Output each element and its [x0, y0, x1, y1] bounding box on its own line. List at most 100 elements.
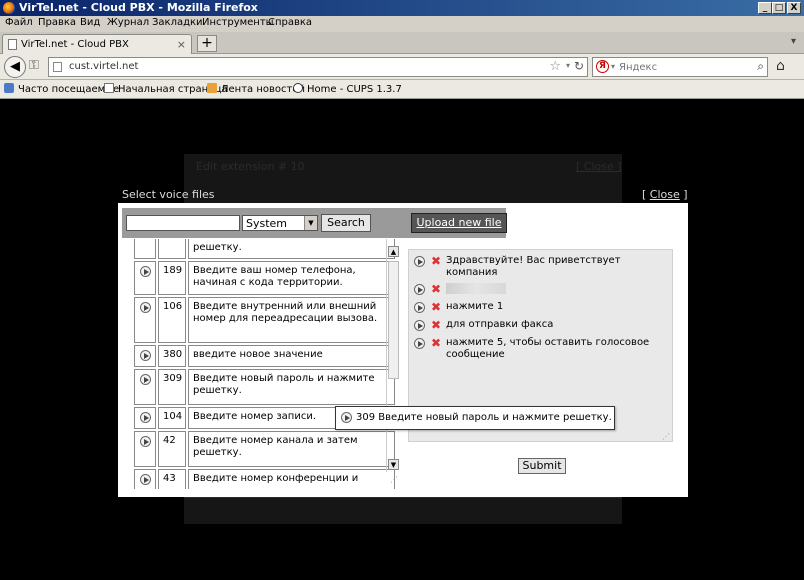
- menu-help[interactable]: Справка: [268, 17, 312, 28]
- bookmark-most-visited[interactable]: Часто посещаемые: [4, 83, 119, 95]
- delete-icon[interactable]: ✖: [431, 301, 443, 313]
- minimize-button[interactable]: _: [758, 2, 772, 14]
- dialog-close-anchor[interactable]: Close: [650, 188, 680, 201]
- maximize-button[interactable]: □: [772, 2, 786, 14]
- scrollbar-thumb[interactable]: [388, 261, 399, 379]
- menu-view[interactable]: Вид: [80, 17, 100, 28]
- home-icon[interactable]: ⌂: [776, 58, 785, 74]
- menu-history[interactable]: Журнал: [107, 17, 149, 28]
- play-cell: [134, 407, 156, 429]
- bookmark-news-feed[interactable]: Лента новостей: [207, 83, 305, 95]
- background-footer: [184, 497, 622, 524]
- reload-icon[interactable]: ↻: [574, 59, 584, 73]
- dialog-title: Select voice files: [122, 188, 215, 201]
- tab-close-icon[interactable]: ×: [177, 38, 186, 51]
- file-text[interactable]: введите новое значение: [188, 345, 395, 367]
- file-text[interactable]: Введите ваш номер телефона, начиная с ко…: [188, 261, 395, 295]
- bookmark-star-icon[interactable]: ☆: [549, 59, 561, 74]
- play-cell: [134, 297, 156, 343]
- selected-item: ✖ Здравствуйте! Вас приветствует компани…: [414, 255, 664, 281]
- file-text[interactable]: Введите внутренний или внешний номер для…: [188, 297, 395, 343]
- engine-dropdown-icon[interactable]: ▾: [611, 62, 615, 71]
- resize-grip-icon[interactable]: ⋰: [390, 475, 398, 484]
- search-icon[interactable]: ⌕: [757, 59, 764, 74]
- play-cell: [134, 469, 156, 489]
- window-title: VirTel.net - Cloud PBX - Mozilla Firefox: [19, 1, 258, 14]
- category-select[interactable]: System ▼: [242, 215, 318, 231]
- web-search-input[interactable]: [619, 59, 745, 75]
- scroll-down-icon[interactable]: ▼: [388, 459, 399, 470]
- play-cell: [134, 261, 156, 295]
- file-list: решетку. 189 Введите ваш номер телефона,…: [118, 239, 408, 489]
- delete-icon[interactable]: ✖: [431, 319, 443, 331]
- file-number: [158, 239, 186, 259]
- play-icon[interactable]: [140, 302, 151, 313]
- url-text: cust.virtel.net: [69, 61, 139, 72]
- list-item: 42 Введите номер канала и затем решетку.: [130, 431, 398, 467]
- resize-grip-icon[interactable]: ⋰: [662, 432, 670, 441]
- file-list-scrollbar[interactable]: ▲ ▼: [386, 239, 400, 472]
- file-number: 104: [158, 407, 186, 429]
- play-cell: [134, 239, 156, 259]
- close-window-button[interactable]: X: [787, 2, 801, 14]
- chevron-down-icon[interactable]: ▼: [304, 216, 317, 230]
- play-icon[interactable]: [140, 350, 151, 361]
- file-text[interactable]: Введите номер конференции и: [188, 469, 395, 489]
- play-icon[interactable]: [414, 338, 425, 349]
- menu-bookmarks[interactable]: Закладки: [152, 17, 203, 28]
- back-arrow-icon: ◀: [10, 59, 20, 74]
- menu-tools[interactable]: Инструменты: [202, 17, 274, 28]
- play-icon[interactable]: [414, 320, 425, 331]
- play-icon[interactable]: [341, 412, 352, 423]
- tab-list-icon[interactable]: ▾: [791, 36, 796, 47]
- page-icon: [8, 39, 17, 50]
- file-search-input[interactable]: [126, 215, 240, 231]
- play-icon[interactable]: [140, 474, 151, 485]
- new-tab-button[interactable]: +: [197, 35, 217, 52]
- delete-icon[interactable]: ✖: [431, 283, 443, 295]
- scroll-up-icon[interactable]: ▲: [388, 246, 399, 257]
- search-button[interactable]: Search: [321, 214, 371, 232]
- menu-file[interactable]: Файл: [5, 17, 33, 28]
- play-icon[interactable]: [140, 436, 151, 447]
- selected-item: ✖ нажмите 5, чтобы оставить голосовое со…: [414, 337, 664, 363]
- url-bar[interactable]: cust.virtel.net ☆ ▾ ↻: [48, 57, 588, 77]
- dialog-close-link[interactable]: [ Close ]: [642, 188, 688, 201]
- submit-button[interactable]: Submit: [518, 458, 566, 474]
- tab-virtel[interactable]: VirTel.net - Cloud PBX ×: [2, 34, 192, 55]
- delete-icon[interactable]: ✖: [431, 255, 443, 267]
- blurred-text: [446, 283, 506, 294]
- url-history-dropdown-icon[interactable]: ▾: [566, 61, 570, 70]
- cups-icon: [293, 83, 303, 93]
- file-text[interactable]: решетку.: [188, 239, 395, 259]
- list-item: 380 введите новое значение: [130, 345, 398, 367]
- play-icon[interactable]: [414, 302, 425, 313]
- selected-item-text: нажмите 1: [446, 301, 504, 312]
- play-icon[interactable]: [414, 256, 425, 267]
- firefox-logo-icon: [3, 2, 15, 14]
- list-item: 106 Введите внутренний или внешний номер…: [130, 297, 398, 343]
- play-icon[interactable]: [140, 374, 151, 385]
- key-icon[interactable]: ⚿: [29, 58, 39, 73]
- file-text[interactable]: Введите новый пароль и нажмите решетку.: [188, 369, 395, 405]
- page-icon: [104, 83, 114, 93]
- file-tooltip: 309 Введите новый пароль и нажмите решет…: [335, 406, 615, 430]
- play-icon[interactable]: [140, 266, 151, 277]
- play-icon[interactable]: [414, 284, 425, 295]
- selected-item: ✖ для отправки факса: [414, 319, 664, 333]
- selected-item-text: нажмите 5, чтобы оставить голосовое сооб…: [446, 337, 650, 360]
- delete-icon[interactable]: ✖: [431, 337, 443, 349]
- bookmark-cups[interactable]: Home - CUPS 1.3.7: [293, 83, 402, 95]
- play-cell: [134, 345, 156, 367]
- back-button[interactable]: ◀: [4, 56, 26, 78]
- menu-edit[interactable]: Правка: [38, 17, 76, 28]
- yandex-engine-icon[interactable]: Я: [596, 60, 609, 73]
- window-title-bar[interactable]: VirTel.net - Cloud PBX - Mozilla Firefox…: [0, 0, 804, 16]
- file-text[interactable]: Введите номер канала и затем решетку.: [188, 431, 395, 467]
- tab-strip: VirTel.net - Cloud PBX × + ▾: [0, 32, 804, 55]
- most-visited-icon: [4, 83, 14, 93]
- list-item: решетку.: [130, 239, 398, 259]
- upload-new-file-button[interactable]: Upload new file: [411, 213, 507, 233]
- site-identity-icon[interactable]: [53, 62, 62, 72]
- play-icon[interactable]: [140, 412, 151, 423]
